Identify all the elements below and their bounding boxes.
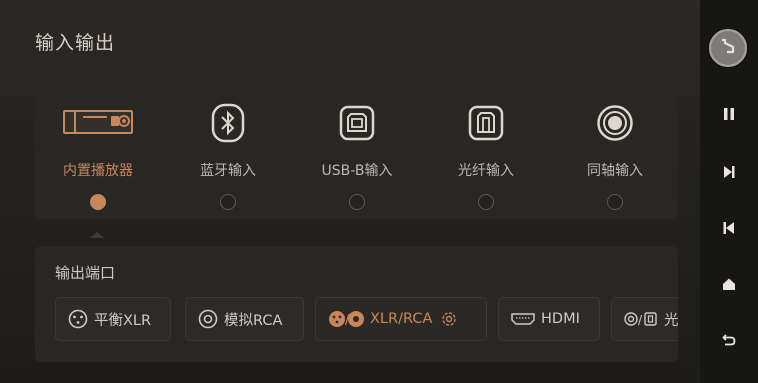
output-section-title: 输出端口 [55, 264, 116, 282]
port-balanced-xlr[interactable]: 平衡XLR [55, 297, 171, 341]
port-label: 平衡XLR [94, 312, 152, 329]
input-label: 同轴输入 [587, 163, 643, 179]
xlr-icon [68, 309, 88, 329]
pause-icon [723, 106, 735, 125]
next-icon [723, 164, 735, 183]
main-panel: 输入输出 内置播放器 蓝牙输入 USB-B输入 光纤输入 同轴输入 输出端口 平… [0, 0, 700, 383]
radio-unselected[interactable] [607, 194, 623, 210]
svg-text:/: / [638, 313, 643, 327]
input-label: USB-B输入 [321, 163, 393, 179]
avatar-button[interactable] [709, 29, 747, 67]
back-icon [722, 331, 736, 350]
selection-caret [90, 232, 104, 238]
built-in-player-icon [43, 101, 153, 145]
previous-icon [723, 220, 735, 239]
port-hdmi[interactable]: HDMI [498, 297, 600, 341]
radio-selected[interactable] [90, 194, 106, 210]
input-optical[interactable]: 光纤输入 [431, 73, 541, 219]
avatar-icon [718, 36, 738, 60]
input-label: 内置播放器 [63, 163, 133, 179]
port-label: XLR/RCA [370, 311, 433, 327]
xlr-rca-icon: / [328, 310, 364, 328]
radio-unselected[interactable] [220, 194, 236, 210]
gear-icon[interactable] [440, 310, 458, 328]
previous-button[interactable] [700, 214, 758, 244]
port-analog-rca[interactable]: 模拟RCA [185, 297, 304, 341]
port-label: HDMI [541, 311, 580, 327]
coax-optical-icon: / [624, 311, 658, 327]
input-usb-b[interactable]: USB-B输入 [302, 73, 412, 219]
radio-unselected[interactable] [349, 194, 365, 210]
port-xlr-rca[interactable]: / XLR/RCA [315, 297, 487, 341]
coaxial-icon [560, 101, 670, 145]
home-button[interactable] [700, 270, 758, 300]
rca-icon [198, 309, 218, 329]
input-label: 蓝牙输入 [200, 163, 256, 179]
bluetooth-icon [173, 101, 283, 145]
next-button[interactable] [700, 158, 758, 188]
radio-unselected[interactable] [478, 194, 494, 210]
optical-icon [431, 101, 541, 145]
output-port-panel: 输出端口 平衡XLR 模拟RCA / XLR/RCA HDMI / 光 [35, 246, 678, 362]
page-title: 输入输出 [35, 32, 116, 54]
port-label: 模拟RCA [224, 312, 283, 329]
usb-b-icon [302, 101, 412, 145]
input-bluetooth[interactable]: 蓝牙输入 [173, 73, 283, 219]
hdmi-icon [511, 312, 535, 326]
pause-button[interactable] [700, 100, 758, 130]
input-coaxial[interactable]: 同轴输入 [560, 73, 670, 219]
input-source-panel: 内置播放器 蓝牙输入 USB-B输入 光纤输入 同轴输入 [35, 73, 678, 219]
port-coax-optical[interactable]: / 光 [611, 297, 678, 341]
input-label: 光纤输入 [458, 163, 514, 179]
home-icon [722, 276, 736, 295]
back-button[interactable] [700, 325, 758, 355]
port-label: 光 [664, 312, 678, 329]
input-builtin-player[interactable]: 内置播放器 [43, 73, 153, 219]
